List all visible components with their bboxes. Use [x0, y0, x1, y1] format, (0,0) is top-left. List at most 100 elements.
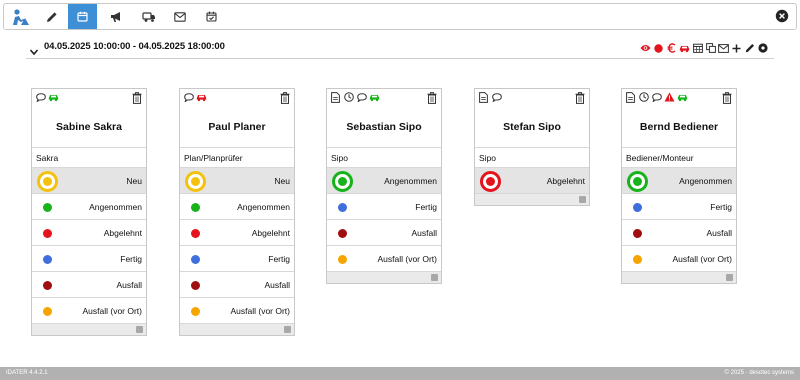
copy-icon[interactable]	[705, 42, 716, 54]
status-option-ausfall-vor-ort[interactable]: Ausfall (vor Ort)	[180, 297, 294, 323]
worker-icon[interactable]	[5, 4, 34, 29]
car-icon[interactable]	[48, 91, 59, 103]
member-role: Sipo	[475, 147, 589, 167]
status-dot	[338, 203, 347, 212]
status-option-abgelehnt[interactable]: Abgelehnt	[180, 219, 294, 245]
clock-icon[interactable]	[343, 91, 354, 103]
status-option-ausfall-vor-ort[interactable]: Ausfall (vor Ort)	[327, 245, 441, 271]
team-member-card: Sabine Sakra Sakra Neu Angenommen Abgele…	[31, 88, 147, 336]
card-footer	[327, 271, 441, 283]
car-icon[interactable]	[196, 91, 207, 103]
clock-icon[interactable]	[638, 91, 649, 103]
eye-icon[interactable]	[640, 42, 651, 54]
main-toolbar	[3, 3, 797, 30]
status-option-ausfall[interactable]: Ausfall	[327, 219, 441, 245]
member-name: Paul Planer	[208, 120, 266, 133]
chat-icon[interactable]	[651, 91, 662, 103]
status-ring	[37, 171, 58, 192]
status-option-ausfall[interactable]: Ausfall	[32, 271, 146, 297]
status-option-fertig[interactable]: Fertig	[180, 245, 294, 271]
checkbox-icon[interactable]	[431, 274, 438, 281]
trash-icon[interactable]	[722, 91, 732, 104]
status-option-angenommen[interactable]: Angenommen	[180, 193, 294, 219]
member-name: Sabine Sakra	[56, 120, 122, 133]
status-option-angenommen[interactable]: Angenommen	[327, 167, 441, 193]
envelope-icon[interactable]	[165, 4, 194, 29]
status-option-ausfall[interactable]: Ausfall	[180, 271, 294, 297]
trash-icon[interactable]	[575, 91, 585, 104]
checkbox-icon[interactable]	[136, 326, 143, 333]
calendar-grid-icon[interactable]	[692, 42, 703, 54]
envelope-icon[interactable]	[718, 42, 729, 54]
member-name: Bernd Bediener	[639, 120, 719, 133]
pencil-icon[interactable]	[744, 42, 755, 54]
date-range-label: 04.05.2025 10:00:00 - 04.05.2025 18:00:0…	[44, 41, 225, 52]
status-option-fertig[interactable]: Fertig	[327, 193, 441, 219]
settings-circle-icon[interactable]	[757, 42, 768, 54]
status-dot	[191, 229, 200, 238]
status-option-neu[interactable]: Neu	[180, 167, 294, 193]
card-footer	[32, 323, 146, 335]
status-dot	[191, 307, 200, 316]
team-member-card: Paul Planer Plan/Planprüfer Neu Angenomm…	[179, 88, 295, 336]
car-icon[interactable]	[369, 91, 380, 103]
status-dot	[191, 203, 200, 212]
status-ring	[480, 171, 501, 192]
document-icon[interactable]	[478, 91, 489, 103]
version-label: IDATER 4.4.2.1	[6, 370, 48, 376]
status-dot	[43, 203, 52, 212]
member-role: Sipo	[327, 147, 441, 167]
plus-icon[interactable]	[731, 42, 742, 54]
megaphone-icon[interactable]	[101, 4, 130, 29]
date-range-bar: 04.05.2025 10:00:00 - 04.05.2025 18:00:0…	[26, 39, 774, 59]
status-dot	[633, 255, 642, 264]
chat-icon[interactable]	[356, 91, 367, 103]
document-icon[interactable]	[330, 91, 341, 103]
status-dot	[191, 255, 200, 264]
chevron-down-icon[interactable]	[29, 44, 39, 56]
chat-icon[interactable]	[491, 91, 502, 103]
trash-icon[interactable]	[280, 91, 290, 104]
member-role: Plan/Planprüfer	[180, 147, 294, 167]
status-option-fertig[interactable]: Fertig	[622, 193, 736, 219]
member-role: Sakra	[32, 147, 146, 167]
status-dot	[338, 255, 347, 264]
status-option-abgelehnt[interactable]: Abgelehnt	[475, 167, 589, 193]
warning-icon[interactable]	[664, 91, 675, 103]
car-icon[interactable]	[679, 42, 690, 54]
status-dot	[191, 281, 200, 290]
card-footer	[475, 193, 589, 205]
date-range-actions	[640, 42, 768, 54]
document-icon[interactable]	[625, 91, 636, 103]
status-option-ausfall[interactable]: Ausfall	[622, 219, 736, 245]
trash-icon[interactable]	[427, 91, 437, 104]
status-option-fertig[interactable]: Fertig	[32, 245, 146, 271]
status-option-neu[interactable]: Neu	[32, 167, 146, 193]
checkbox-icon[interactable]	[726, 274, 733, 281]
chat-icon[interactable]	[183, 91, 194, 103]
calendar-check-icon[interactable]	[197, 4, 226, 29]
status-option-abgelehnt[interactable]: Abgelehnt	[32, 219, 146, 245]
pencil-icon[interactable]	[37, 4, 66, 29]
checkbox-icon[interactable]	[284, 326, 291, 333]
calendar-icon[interactable]	[68, 4, 97, 29]
status-dot	[43, 307, 52, 316]
status-dot	[633, 229, 642, 238]
checkbox-icon[interactable]	[579, 196, 586, 203]
status-option-ausfall-vor-ort[interactable]: Ausfall (vor Ort)	[622, 245, 736, 271]
status-dot	[633, 203, 642, 212]
car-icon[interactable]	[677, 91, 688, 103]
status-option-ausfall-vor-ort[interactable]: Ausfall (vor Ort)	[32, 297, 146, 323]
status-footer: IDATER 4.4.2.1 © 2025 · desotec systems	[0, 367, 800, 380]
chat-icon[interactable]	[35, 91, 46, 103]
trash-icon[interactable]	[132, 91, 142, 104]
euro-icon[interactable]	[666, 42, 677, 54]
status-dot	[338, 229, 347, 238]
truck-chat-icon[interactable]	[134, 4, 163, 29]
close-icon[interactable]	[775, 9, 789, 23]
status-option-angenommen[interactable]: Angenommen	[32, 193, 146, 219]
record-icon[interactable]	[653, 42, 664, 54]
card-footer	[180, 323, 294, 335]
status-option-angenommen[interactable]: Angenommen	[622, 167, 736, 193]
copyright-label: © 2025 · desotec systems	[724, 370, 794, 376]
